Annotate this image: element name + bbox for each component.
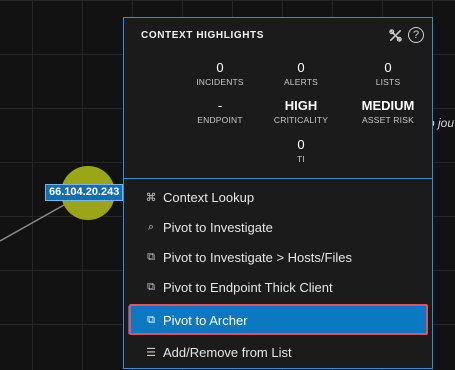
stat-lists[interactable]: 0 LISTS — [343, 60, 433, 87]
stat-label: INCIDENTS — [196, 77, 244, 87]
menu-item-label: Pivot to Investigate > Hosts/Files — [163, 249, 352, 265]
stat-value: 0 — [384, 60, 392, 75]
stat-label: LISTS — [375, 77, 401, 87]
stat-incidents[interactable]: 0 INCIDENTS — [175, 60, 265, 87]
menu-item-label: Context Lookup — [163, 189, 255, 205]
popup-title: CONTEXT HIGHLIGHTS — [141, 30, 265, 41]
help-icon[interactable]: ? — [408, 27, 424, 43]
node-ip-label[interactable]: 66.104.20.243 — [45, 184, 124, 201]
stat-label: ALERTS — [283, 77, 319, 87]
stat-label: ENDPOINT — [197, 115, 243, 125]
menu-add-remove-list[interactable]: ☰ Add/Remove from List — [128, 338, 428, 366]
external-link-icon: ⧉ — [147, 280, 155, 293]
menu-item-label: Pivot to Endpoint Thick Client — [163, 279, 333, 295]
list-icon: ☰ — [146, 346, 156, 359]
stat-ti[interactable]: 0 TI — [256, 137, 346, 164]
stat-label: CRITICALITY — [273, 115, 329, 125]
stat-endpoint: - ENDPOINT — [175, 98, 265, 125]
stat-value: 0 — [297, 60, 305, 75]
external-link-icon: ⧉ — [147, 313, 155, 326]
stat-value: MEDIUM — [361, 98, 415, 113]
search-icon: ⌕ — [147, 220, 155, 233]
stat-criticality: HIGH CRITICALITY — [256, 98, 346, 125]
menu-pivot-archer[interactable]: ⧉ Pivot to Archer — [128, 306, 428, 334]
stat-value: - — [217, 98, 223, 113]
tools-icon[interactable] — [388, 28, 403, 43]
stat-label: TI — [297, 154, 305, 164]
stat-label: ASSET RISK — [362, 115, 414, 125]
external-link-icon: ⧉ — [147, 250, 155, 263]
stat-asset-risk: MEDIUM ASSET RISK — [343, 98, 433, 125]
menu-item-label: Pivot to Investigate — [163, 219, 273, 235]
menu-pivot-investigate-hosts-files[interactable]: ⧉ Pivot to Investigate > Hosts/Files — [128, 243, 428, 271]
context-highlights-popup: CONTEXT HIGHLIGHTS ? 0 INCIDENTS 0 ALERT… — [123, 17, 433, 369]
context-highlights-header: CONTEXT HIGHLIGHTS ? 0 INCIDENTS 0 ALERT… — [124, 18, 432, 179]
menu-item-label: Pivot to Archer — [163, 312, 248, 328]
stat-value: 0 — [297, 137, 305, 152]
menu-item-label: Add/Remove from List — [163, 344, 292, 360]
stat-alerts[interactable]: 0 ALERTS — [256, 60, 346, 87]
lookup-icon: ⌘ — [145, 191, 157, 204]
menu-pivot-endpoint-thick-client[interactable]: ⧉ Pivot to Endpoint Thick Client — [128, 273, 428, 301]
menu-pivot-investigate[interactable]: ⌕ Pivot to Investigate — [128, 213, 428, 241]
menu-context-lookup[interactable]: ⌘ Context Lookup — [128, 183, 428, 211]
stat-value: 0 — [216, 60, 224, 75]
stat-value: HIGH — [284, 98, 318, 113]
